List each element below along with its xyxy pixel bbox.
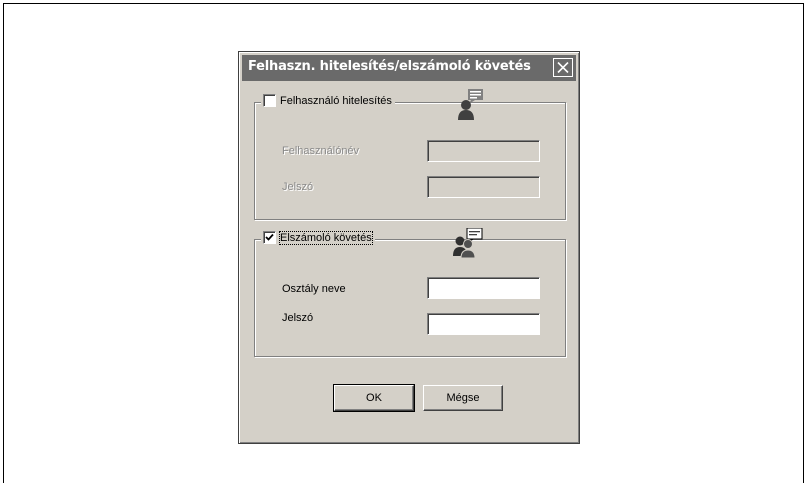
account-track-group: Elszámoló követés Osztály neve Jelszó [254, 228, 566, 357]
group-speech-icon [453, 228, 483, 258]
user-auth-legend: Felhasználó hitelesítés [261, 94, 395, 107]
auth-tracking-dialog: Felhaszn. hitelesítés/elszámoló követés … [238, 51, 580, 444]
close-icon [557, 62, 569, 73]
user-auth-label: Felhasználó hitelesítés [280, 94, 392, 107]
user-auth-checkbox[interactable] [263, 94, 276, 107]
account-track-checkbox[interactable] [263, 231, 276, 244]
username-field[interactable] [427, 140, 540, 162]
user-auth-group: Felhasználó hitelesítés Felhasználónév J… [254, 89, 566, 220]
account-track-legend: Elszámoló követés [261, 230, 375, 245]
dialog-title: Felhaszn. hitelesítés/elszámoló követés [248, 59, 531, 74]
department-name-field[interactable] [427, 277, 540, 299]
account-password-field[interactable] [427, 313, 540, 335]
user-password-field[interactable] [427, 176, 540, 198]
username-label: Felhasználónév [282, 145, 360, 157]
checkmark-icon [265, 233, 274, 241]
close-button[interactable] [553, 58, 573, 77]
cancel-button[interactable]: Mégse [423, 385, 503, 411]
user-password-label: Jelszó [282, 181, 314, 193]
account-track-label: Elszámoló követés [279, 230, 373, 245]
account-password-label: Jelszó [282, 312, 314, 324]
title-bar: Felhaszn. hitelesítés/elszámoló követés [242, 55, 576, 81]
user-speech-icon [458, 89, 483, 120]
department-label: Osztály neve [282, 283, 346, 295]
ok-button[interactable]: OK [333, 384, 415, 412]
